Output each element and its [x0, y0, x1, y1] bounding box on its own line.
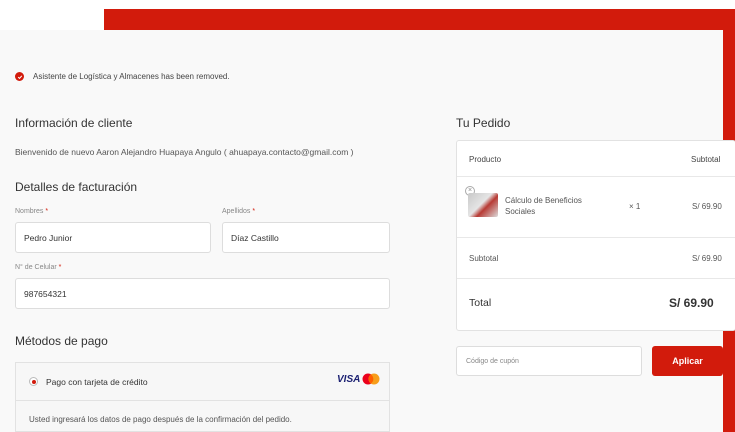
check-circle-icon [15, 72, 24, 81]
order-header-row: Producto Subtotal [457, 141, 735, 177]
subtotal-value: S/ 69.90 [692, 254, 722, 263]
radio-selected[interactable] [29, 377, 38, 386]
first-name-field[interactable]: Pedro Junior [15, 222, 211, 253]
item-name: Cálculo de Beneficios Sociales [505, 196, 582, 216]
item-price: S/ 69.90 [692, 202, 722, 211]
notice-message: Asistente de Logística y Almacenes has b… [33, 72, 230, 81]
order-summary: Producto Subtotal × Cálculo de Beneficio… [456, 140, 735, 331]
first-name-label: Nombres * [15, 208, 49, 215]
billing-heading: Detalles de facturación [15, 180, 138, 194]
customer-heading: Información de cliente [15, 116, 133, 130]
order-heading: Tu Pedido [456, 116, 511, 130]
payment-description: Usted ingresará los datos de pago despué… [29, 415, 292, 424]
last-name-field[interactable]: Díaz Castillo [222, 222, 390, 253]
total-value: S/ 69.90 [669, 296, 714, 310]
payment-heading: Métodos de pago [15, 334, 108, 348]
phone-label: N° de Celular * [15, 264, 62, 271]
subtotal-row: Subtotal S/ 69.90 [457, 238, 735, 279]
product-thumbnail [468, 193, 498, 217]
visa-logo: VISA [337, 374, 361, 385]
removed-notice: Asistente de Logística y Almacenes has b… [15, 72, 230, 81]
phone-field[interactable]: 987654321 [15, 278, 390, 309]
credit-card-option[interactable]: Pago con tarjeta de crédito VISA [16, 363, 389, 401]
total-label: Total [469, 297, 492, 309]
last-name-label: Apellidos * [222, 208, 256, 215]
decorative-red-bar-top [104, 9, 735, 30]
payment-methods-box: Pago con tarjeta de crédito VISA Usted i… [15, 362, 390, 432]
welcome-text: Bienvenido de nuevo Aaron Alejandro Huap… [15, 147, 354, 157]
col-product: Producto [469, 155, 502, 164]
item-qty: × 1 [629, 202, 641, 211]
apply-coupon-button[interactable]: Aplicar [652, 346, 723, 376]
mastercard-icon [362, 373, 380, 385]
coupon-input[interactable]: Código de cupón [456, 346, 642, 376]
credit-card-label: Pago con tarjeta de crédito [46, 376, 148, 387]
subtotal-label: Subtotal [469, 254, 499, 263]
col-subtotal: Subtotal [691, 155, 721, 164]
